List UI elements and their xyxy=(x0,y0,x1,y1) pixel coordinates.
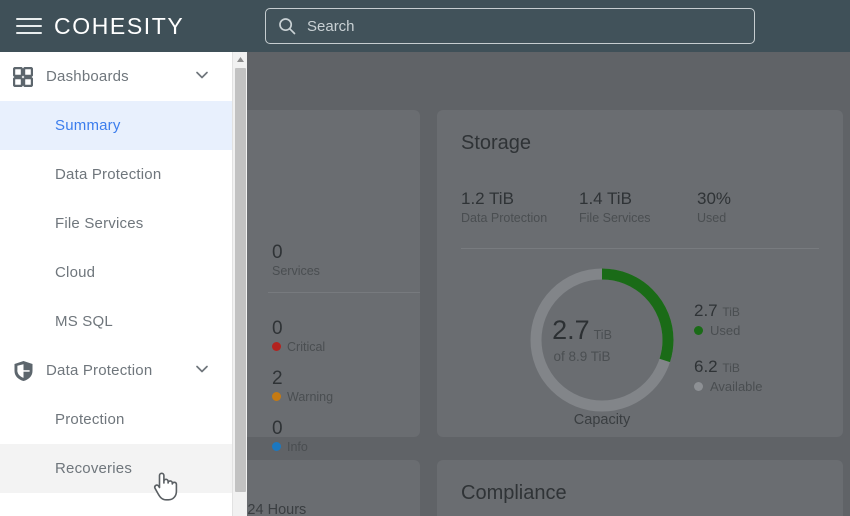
compliance-card-title: Compliance xyxy=(461,482,567,504)
legend-available-dot-icon xyxy=(694,381,703,391)
sidebar-item-recoveries[interactable]: Recoveries xyxy=(0,444,232,493)
legend-item-available: 6.2 TiB Available xyxy=(694,356,763,394)
storage-card-divider xyxy=(461,248,819,249)
health-card-divider xyxy=(268,292,420,293)
capacity-value: 2.7 xyxy=(552,314,590,345)
legend-available-text: Available xyxy=(710,378,763,394)
alert-warning-label: Warning xyxy=(272,390,333,404)
sidebar-item-summary-label: Summary xyxy=(55,117,121,134)
sidebar-item-protection[interactable]: Protection xyxy=(0,395,232,444)
chevron-down-icon[interactable] xyxy=(194,66,210,87)
capacity-caption: Capacity xyxy=(573,412,631,428)
legend-used-text: Used xyxy=(710,322,741,338)
top-bar: COHESITY Search xyxy=(0,0,850,52)
capacity-donut-wrap: 2.7 TiB of 8.9 TiB Capacity xyxy=(502,260,702,435)
legend-item-used: 2.7 TiB Used xyxy=(694,300,763,338)
sidebar-item-cloud-label: Cloud xyxy=(55,264,96,281)
alert-warning-text: Warning xyxy=(287,389,334,404)
capacity-donut-center: 2.7 TiB of 8.9 TiB xyxy=(502,260,662,420)
services-count: 0 xyxy=(272,242,283,263)
legend-used-dot-icon xyxy=(694,325,703,335)
sidebar-item-file-services[interactable]: File Services xyxy=(0,199,232,248)
sidebar-item-file-services-label: File Services xyxy=(55,215,144,232)
legend-available-value: 6.2 TiB xyxy=(694,356,763,379)
sidebar-item-ms-sql-label: MS SQL xyxy=(55,313,113,330)
sidebar-scrollbar[interactable] xyxy=(232,52,247,516)
storage-card-title: Storage xyxy=(461,132,532,154)
sidebar-item-protection-label: Protection xyxy=(55,411,125,428)
alert-critical-label: Critical xyxy=(272,340,325,354)
search-bar[interactable]: Search xyxy=(265,8,755,44)
sidebar-item-data-protection-dash[interactable]: Data Protection xyxy=(0,150,232,199)
legend-used-unit: TiB xyxy=(722,305,740,319)
grid-icon xyxy=(0,66,46,87)
sidebar-item-dashboards-label: Dashboards xyxy=(46,68,129,85)
brand-logo: COHESITY xyxy=(54,12,185,39)
storage-metric-used: 30% Used xyxy=(697,188,815,225)
dp-value: 1.2 TiB xyxy=(461,189,514,208)
capacity-legend: 2.7 TiB Used 6.2 TiB Available xyxy=(694,300,763,412)
legend-used-number: 2.7 xyxy=(694,301,718,320)
sidebar-item-cloud[interactable]: Cloud xyxy=(0,248,232,297)
used-value: 30% xyxy=(697,189,732,208)
alert-warning[interactable]: 2 Warning xyxy=(272,368,333,404)
storage-metric-file-services: 1.4 TiB File Services xyxy=(579,188,697,225)
storage-metric-data-protection: 1.2 TiB Data Protection xyxy=(461,188,579,225)
legend-used-label: Used xyxy=(694,323,763,338)
services-label: Services xyxy=(272,263,320,278)
fs-label: File Services xyxy=(579,210,651,225)
alert-critical[interactable]: 0 Critical xyxy=(272,318,325,354)
services-stat: 0 Services xyxy=(272,242,320,278)
capacity-unit: TiB xyxy=(593,327,612,342)
storage-metrics: 1.2 TiB Data Protection 1.4 TiB File Ser… xyxy=(461,188,815,225)
fs-value: 1.4 TiB xyxy=(579,189,632,208)
alert-info-label: Info xyxy=(272,440,308,454)
search-input[interactable]: Search xyxy=(307,18,355,35)
critical-dot-icon xyxy=(272,342,281,352)
sidebar-item-data-protection[interactable]: Data Protection xyxy=(0,346,232,395)
caret-up-icon[interactable] xyxy=(233,52,248,67)
sidebar-item-ms-sql[interactable]: MS SQL xyxy=(0,297,232,346)
sidebar-item-dashboards[interactable]: Dashboards xyxy=(0,52,232,101)
sidebar-item-recoveries-label: Recoveries xyxy=(55,460,133,477)
legend-available-label: Available xyxy=(694,379,763,394)
shield-icon xyxy=(0,360,46,382)
sidebar-item-data-protection-dash-label: Data Protection xyxy=(55,166,162,183)
info-dot-icon xyxy=(272,442,281,452)
warning-dot-icon xyxy=(272,392,281,402)
legend-used-value: 2.7 TiB xyxy=(694,300,763,323)
capacity-total: of 8.9 TiB xyxy=(553,348,611,364)
alert-info[interactable]: 0 Info xyxy=(272,418,308,454)
dp-label: Data Protection xyxy=(461,210,548,225)
alert-info-count: 0 xyxy=(272,418,283,439)
sidebar-item-summary[interactable]: Summary xyxy=(0,101,232,150)
compliance-card[interactable]: Compliance xyxy=(437,460,843,516)
alert-critical-count: 0 xyxy=(272,318,283,339)
sidebar-scrollbar-thumb[interactable] xyxy=(235,68,246,492)
storage-card[interactable]: Storage 1.2 TiB Data Protection 1.4 TiB … xyxy=(437,110,843,437)
alert-warning-count: 2 xyxy=(272,368,283,389)
app-root: 0 Services 0 Critical 2 Warning 0 Info S… xyxy=(0,0,850,516)
legend-available-number: 6.2 xyxy=(694,356,718,376)
alert-critical-text: Critical xyxy=(287,339,326,354)
used-label: Used xyxy=(697,210,727,225)
hamburger-icon[interactable] xyxy=(16,16,42,36)
legend-available-unit: TiB xyxy=(722,360,740,375)
sidebar-item-data-protection-label: Data Protection xyxy=(46,362,153,379)
search-icon xyxy=(278,17,296,35)
sidebar-nav: Dashboards Summary Data Protection File … xyxy=(0,52,232,516)
chevron-down-icon[interactable] xyxy=(194,360,210,381)
alert-info-text: Info xyxy=(287,439,308,454)
